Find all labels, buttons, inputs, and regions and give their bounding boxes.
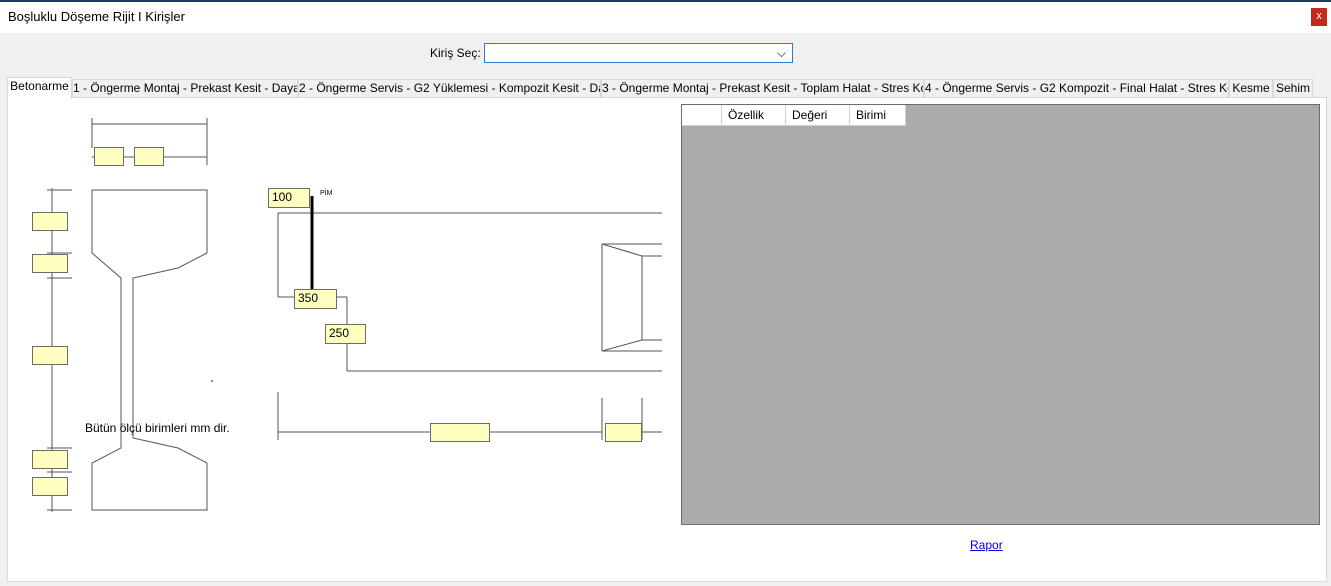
field-350[interactable]: 350 [294, 289, 337, 309]
top-dim-field-1[interactable] [94, 147, 124, 166]
chevron-down-icon: ⌵ [776, 46, 786, 60]
field-100[interactable]: 100 [268, 188, 310, 208]
bottom-end-field[interactable] [605, 423, 642, 442]
close-button[interactable]: x [1311, 8, 1327, 26]
tab-ongerme-servis-final-halat[interactable]: 4 - Öngerme Servis - G2 Kompozit - Final… [924, 79, 1229, 98]
left-dim-field-5[interactable] [32, 477, 68, 496]
units-note: Bütün ölçü birimleri mm dir. [85, 421, 230, 435]
property-grid[interactable]: Özellik Değeri Birimi [681, 104, 1320, 525]
left-dim-field-2[interactable] [32, 254, 68, 273]
left-dim-field-3[interactable] [32, 346, 68, 365]
pim-label: PİM [320, 190, 333, 197]
left-dim-field-4[interactable] [32, 450, 68, 469]
rapor-link[interactable]: Rapor [970, 538, 1003, 552]
grid-header-selector [682, 105, 722, 126]
grid-header-birimi[interactable]: Birimi [850, 105, 906, 126]
left-dim-field-1[interactable] [32, 212, 68, 231]
field-250[interactable]: 250 [325, 324, 366, 344]
grid-header-degeri[interactable]: Değeri [786, 105, 850, 126]
bottom-length-field[interactable] [430, 423, 490, 442]
tab-betonarme[interactable]: Betonarme [7, 77, 72, 99]
tab-kesme[interactable]: Kesme [1229, 79, 1273, 98]
grid-header-ozellik[interactable]: Özellik [722, 105, 786, 126]
top-dim-field-2[interactable] [134, 147, 164, 166]
tab-sehim[interactable]: Sehim [1273, 79, 1313, 98]
